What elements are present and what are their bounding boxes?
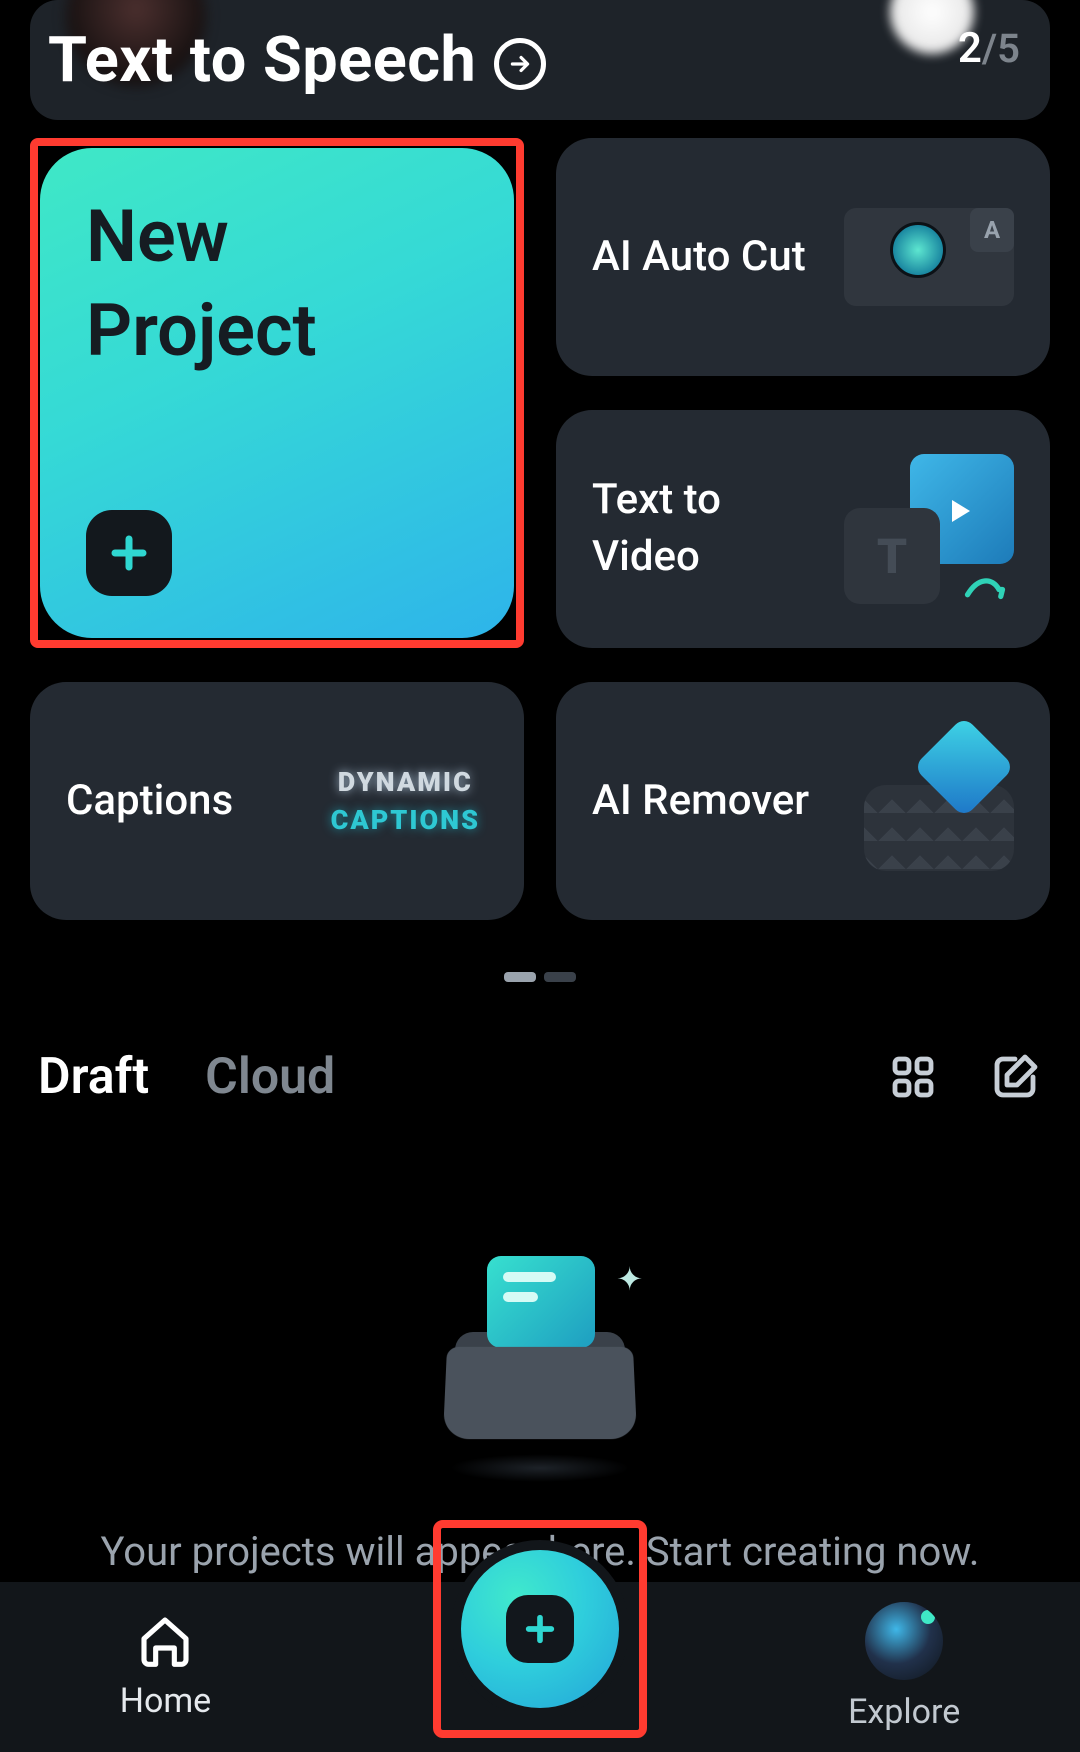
captions-thumb: DYNAMIC CAPTIONS [331,766,480,836]
home-icon [137,1613,193,1669]
ai-remover-label: AI Remover [592,773,809,830]
text-to-video-label: Text to Video [592,472,837,585]
plus-icon [86,510,172,596]
new-project-tile[interactable]: New Project [30,138,524,648]
captions-tile[interactable]: Captions DYNAMIC CAPTIONS [30,682,524,920]
banner-pager: 2 /5 [958,24,1020,73]
tab-cloud[interactable]: Cloud [205,1048,335,1106]
ai-auto-cut-thumb: A [844,208,1014,306]
page-indicator [504,972,576,982]
edit-icon[interactable] [988,1050,1042,1104]
ai-auto-cut-label: AI Auto Cut [592,229,806,286]
banner-title-text: Text to Speech [48,24,476,97]
tab-draft[interactable]: Draft [38,1048,149,1106]
pager-current: 2 [958,24,982,73]
nav-explore-label: Explore [848,1692,960,1732]
banner-title: Text to Speech [48,24,546,97]
ai-remover-tile[interactable]: AI Remover [556,682,1050,920]
arrow-right-circle-icon [494,38,546,90]
folder-icon: ✦ [445,1256,635,1446]
nav-explore[interactable]: Explore [848,1602,960,1732]
text-to-video-tile[interactable]: Text to Video T [556,410,1050,648]
explore-icon [865,1602,943,1680]
ai-remover-thumb [864,731,1014,871]
grid-view-icon[interactable] [886,1050,940,1104]
projects-header: Draft Cloud [38,1048,1042,1106]
create-fab[interactable] [433,1520,647,1738]
new-project-label: New Project [86,190,468,377]
plus-icon [506,1595,574,1663]
nav-home-label: Home [120,1681,212,1721]
pager-total: /5 [982,25,1020,72]
feature-grid: New Project AI Auto Cut A Text to Video [30,138,1050,982]
text-to-video-thumb: T [844,454,1014,604]
nav-home[interactable]: Home [120,1613,212,1721]
captions-label: Captions [66,773,233,830]
ai-auto-cut-tile[interactable]: AI Auto Cut A [556,138,1050,376]
text-to-speech-banner[interactable]: Text to Speech 2 /5 [30,0,1050,120]
